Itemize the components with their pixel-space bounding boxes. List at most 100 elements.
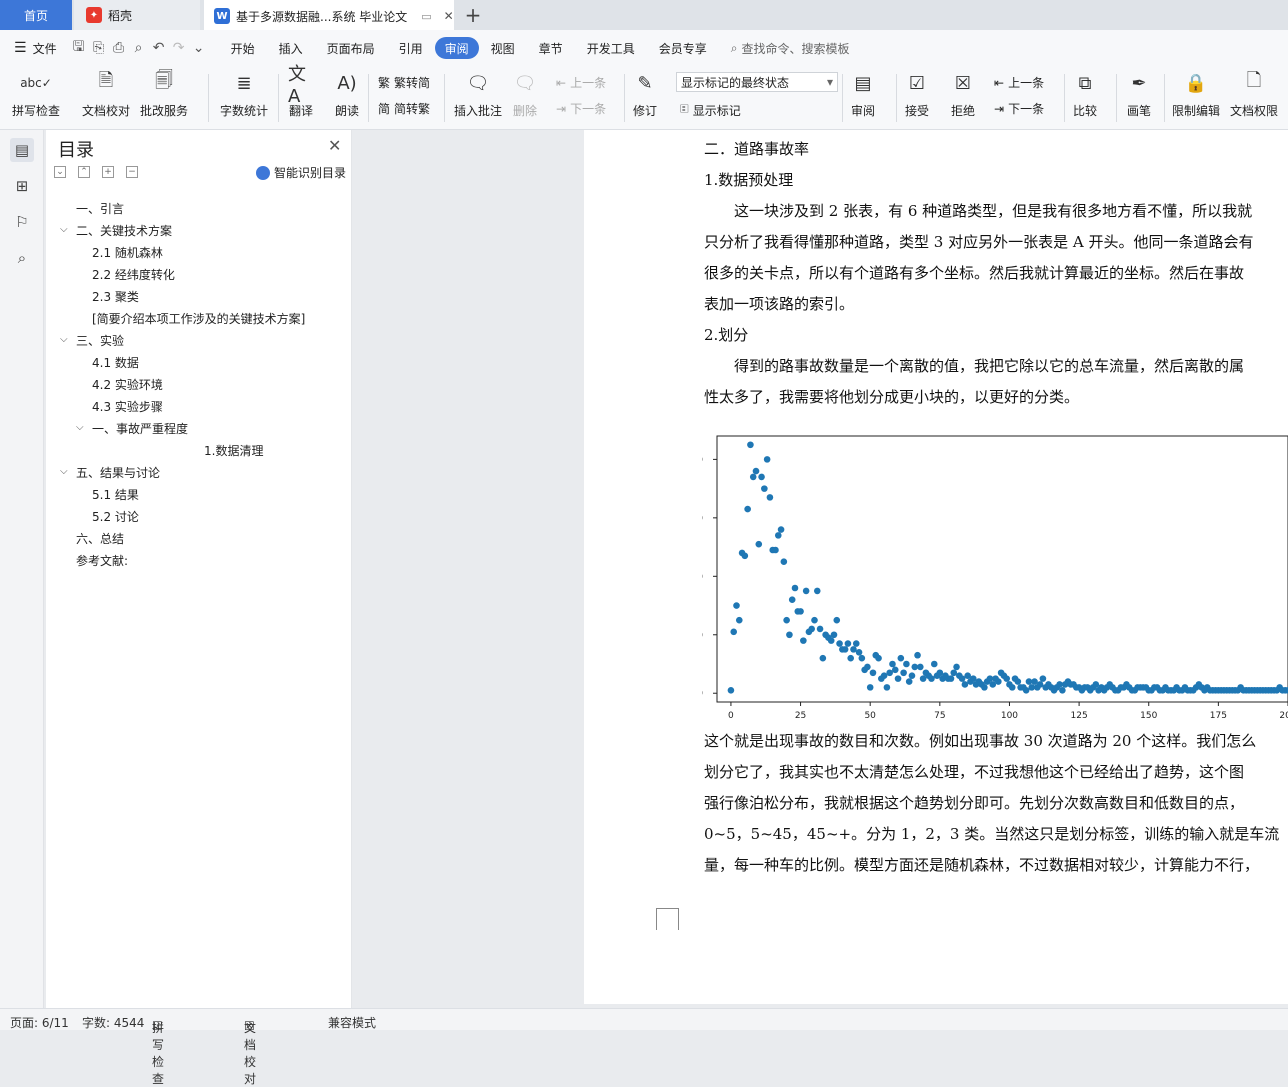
add-tab-button[interactable]: + [460, 0, 486, 30]
insert-comment-button[interactable]: 🗨 插入批注 [454, 70, 502, 119]
menu-devtools[interactable]: 开发工具 [575, 37, 647, 59]
review-service-button[interactable]: 🗐 批改服务 [140, 70, 188, 119]
toc-item[interactable]: 二、关键技术方案 [76, 222, 172, 239]
tab-document[interactable]: W 基于多源数据融...系统 毕业论文 ▭ ✕ [204, 0, 454, 30]
toc-item[interactable]: 4.1 数据 [92, 354, 139, 371]
delete-comment-button[interactable]: 🗨 删除 [512, 70, 538, 119]
divider [624, 74, 625, 122]
review-pane-button[interactable]: ▤ 审阅 [850, 70, 876, 119]
data-point [894, 675, 902, 682]
customize-dropdown-icon[interactable]: ⌄ [189, 38, 209, 58]
next-comment-button[interactable]: ⇥ 下一条 [556, 100, 606, 117]
toc-item[interactable]: [简要介绍本项工作涉及的关键技术方案] [92, 310, 305, 327]
markup-display-select[interactable]: 显示标记的最终状态 ▾ [676, 72, 838, 92]
chapter-nav-icon[interactable]: ⊞ [10, 174, 34, 198]
word-count-button[interactable]: ≣ 字数统计 [220, 70, 268, 119]
data-point [900, 669, 907, 677]
toc-item[interactable]: 5.2 讨论 [92, 508, 139, 525]
doc-proof-button[interactable]: 🗎 文档校对 [82, 70, 130, 119]
data-point [1059, 687, 1066, 694]
track-changes-button[interactable]: ✎ 修订 [632, 70, 658, 119]
page-indicator[interactable]: 页面: 6/11 [10, 1014, 69, 1031]
menu-start[interactable]: 开始 [219, 37, 267, 59]
read-aloud-button[interactable]: A) 朗读 [334, 70, 360, 119]
data-point [758, 473, 765, 481]
toc-item[interactable]: 4.3 实验步骤 [92, 398, 163, 415]
save-icon[interactable]: 🖫 [69, 38, 89, 58]
menu-reference[interactable]: 引用 [387, 37, 435, 59]
toc-item[interactable]: 五、结果与讨论 [76, 464, 160, 481]
toc-item[interactable]: 1.数据清理 [204, 442, 263, 459]
toc-item[interactable]: 一、引言 [76, 200, 124, 217]
scatter-chart[interactable]: 0 25 50 75 100 125 150 175 200 0 20 40 60 80 [702, 428, 1288, 722]
prev-comment-label: 上一条 [570, 76, 607, 90]
simp-to-trad-button[interactable]: 简简转繁 [378, 100, 430, 117]
trad-to-simp-button[interactable]: 繁繁转简 [378, 74, 430, 91]
tab-home[interactable]: 首页 [0, 0, 72, 30]
command-search[interactable]: ⌕ 查找命令、搜索模板 [719, 37, 862, 59]
close-icon[interactable]: ✕ [328, 136, 341, 155]
data-point [961, 681, 969, 688]
next-change-button[interactable]: ⇥ 下一条 [994, 100, 1044, 117]
toc-item[interactable]: 2.3 聚类 [92, 288, 139, 305]
chevron-down-icon[interactable]: ⌵ [60, 224, 68, 235]
print-preview-icon[interactable]: ⌕ [129, 38, 149, 58]
close-tab-icon[interactable]: ✕ [444, 9, 454, 23]
chevron-down-icon[interactable]: ⌵ [60, 466, 68, 477]
menu-view[interactable]: 视图 [479, 37, 527, 59]
prev-change-label: 上一条 [1008, 76, 1045, 90]
toc-item[interactable]: 一、事故严重程度 [92, 420, 188, 437]
chevron-down-icon[interactable]: ⌵ [76, 422, 84, 433]
trad-simp-icon: 繁 [378, 76, 391, 90]
data-point [928, 675, 935, 682]
chevron-down-icon[interactable]: ⌵ [60, 334, 68, 345]
toc-item[interactable]: 三、实验 [76, 332, 124, 349]
redo-icon[interactable]: ↷ [169, 38, 189, 58]
toc-item[interactable]: 参考文献: [76, 552, 128, 569]
reject-icon: ☒ [954, 72, 972, 94]
data-point [788, 596, 796, 603]
menu-insert[interactable]: 插入 [267, 37, 315, 59]
prev-comment-button[interactable]: ⇤ 上一条 [556, 74, 606, 91]
toc-item[interactable]: 六、总结 [76, 530, 124, 547]
reject-button[interactable]: ☒ 拒绝 [950, 70, 976, 119]
toc-item[interactable]: 2.2 经纬度转化 [92, 266, 175, 283]
doc-permission-button[interactable]: 🗋 文档权限 [1230, 70, 1278, 119]
screen-icon[interactable]: ▭ [421, 10, 431, 23]
menu-member[interactable]: 会员专享 [647, 37, 719, 59]
add-level-icon[interactable]: + [102, 166, 114, 178]
show-markup-button[interactable]: 🗉 显示标记 [680, 100, 741, 121]
accept-button[interactable]: ☑ 接受 [904, 70, 930, 119]
export-icon[interactable]: ⎘ [89, 38, 109, 58]
toc-pane-icon[interactable]: ▤ [10, 138, 34, 162]
expand-all-icon[interactable]: ⌃ [78, 166, 90, 178]
review-service-icon: 🗐 [155, 70, 173, 91]
print-icon[interactable]: ⎙ [109, 38, 129, 58]
tab-daoke[interactable]: ✦ 稻壳 [74, 0, 200, 30]
spell-check-icon: abc✓ [20, 76, 52, 90]
spell-check-button[interactable]: abc✓ 拼写检查 [12, 70, 60, 119]
translate-button[interactable]: 文A 翻译 [288, 64, 314, 119]
toc-item[interactable]: 4.2 实验环境 [92, 376, 163, 393]
toc-item[interactable]: 5.1 结果 [92, 486, 139, 503]
collapse-all-icon[interactable]: ⌄ [54, 166, 66, 178]
file-menu[interactable]: ☰ 文件 [0, 37, 69, 59]
smart-toc-button[interactable]: 智能识别目录 [256, 164, 346, 181]
search-pane-icon[interactable]: ⌕ [10, 246, 34, 270]
word-count-indicator[interactable]: 字数: 4544 [82, 1014, 144, 1031]
menu-chapter[interactable]: 章节 [527, 37, 575, 59]
document-page[interactable]: 二．道路事故率 1.数据预处理 这一块涉及到 2 张表，有 6 种道路类型，但是… [584, 130, 1288, 1004]
undo-icon[interactable]: ↶ [149, 38, 169, 58]
data-point [797, 608, 804, 615]
toc-item[interactable]: 2.1 随机森林 [92, 244, 163, 261]
remove-level-icon[interactable]: − [126, 166, 138, 178]
pen-button[interactable]: ✒ 画笔 [1126, 70, 1152, 119]
document-canvas[interactable]: 二．道路事故率 1.数据预处理 这一块涉及到 2 张表，有 6 种道路类型，但是… [352, 130, 1288, 1008]
bookmark-icon[interactable]: ⚐ [10, 210, 34, 234]
prev-change-button[interactable]: ⇤ 上一条 [994, 74, 1044, 91]
menu-review[interactable]: 审阅 [434, 37, 479, 59]
menu-layout[interactable]: 页面布局 [315, 37, 387, 59]
data-point [852, 640, 860, 647]
restrict-edit-button[interactable]: 🔒 限制编辑 [1172, 70, 1220, 119]
compare-button[interactable]: ⧉ 比较 [1072, 70, 1098, 119]
